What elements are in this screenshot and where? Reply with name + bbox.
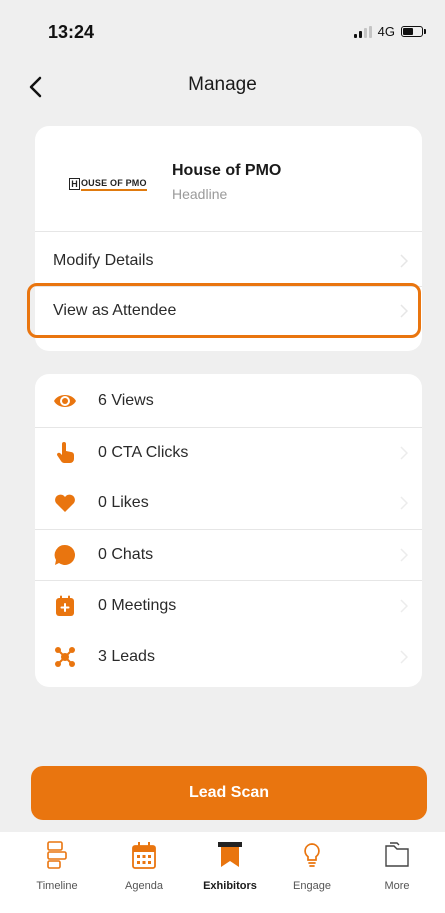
stat-row-meetings[interactable]: 0 Meetings [35, 580, 422, 632]
stat-label: 0 CTA Clicks [98, 444, 189, 461]
tab-exhibitors[interactable]: Exhibitors [190, 838, 270, 894]
calendar-icon [132, 842, 156, 869]
pointer-hand-icon [56, 442, 74, 463]
stat-row-likes[interactable]: 0 Likes [35, 478, 422, 529]
chevron-right-icon [400, 254, 408, 268]
stat-label: 6 Views [98, 392, 154, 409]
tab-agenda[interactable]: Agenda [104, 838, 184, 894]
network-icon [55, 647, 75, 667]
tab-label: Agenda [125, 880, 163, 892]
tab-bar: Timeline Agenda Exhibitors Engage More [0, 832, 445, 913]
chevron-right-icon [400, 496, 408, 510]
exhibitor-headline: Headline [172, 186, 228, 202]
modify-details-row[interactable]: Modify Details [35, 236, 422, 287]
modify-details-label: Modify Details [53, 252, 154, 269]
tab-label: Exhibitors [203, 880, 257, 892]
calendar-add-icon [56, 595, 74, 616]
exhibitor-logo: H OUSE OF PMO [69, 177, 147, 191]
chevron-right-icon [400, 650, 408, 664]
status-bar: 13:24 4G [0, 0, 445, 60]
tab-label: More [384, 880, 410, 892]
timeline-icon [47, 841, 67, 869]
exhibitor-header: H OUSE OF PMO House of PMO Headline [35, 126, 422, 232]
banner-icon [218, 842, 242, 867]
lightbulb-icon [304, 843, 320, 867]
stat-label: 3 Leads [98, 648, 155, 665]
chat-bubble-icon [54, 544, 75, 565]
stat-row-chats[interactable]: 0 Chats [35, 529, 422, 581]
folder-icon [385, 842, 409, 867]
eye-icon [54, 395, 76, 407]
tab-timeline[interactable]: Timeline [17, 838, 97, 894]
tab-label: Timeline [36, 880, 78, 892]
network-label: 4G [377, 24, 395, 39]
tab-label: Engage [293, 880, 331, 892]
lead-scan-button[interactable]: Lead Scan [31, 766, 427, 820]
status-time: 13:24 [48, 22, 95, 42]
stat-label: 0 Chats [98, 546, 154, 563]
status-indicators: 4G [353, 24, 426, 39]
signal-icon [353, 25, 372, 38]
stats-card: 6 Views 0 CTA Clicks 0 Likes 0 Chats 0 M… [35, 374, 422, 687]
stat-row-cta-clicks[interactable]: 0 CTA Clicks [35, 427, 422, 479]
exhibitor-name: House of PMO [172, 162, 282, 179]
tab-more[interactable]: More [357, 838, 437, 894]
nav-bar: Manage [0, 66, 445, 106]
heart-icon [55, 494, 75, 512]
page-title: Manage [188, 74, 257, 95]
chevron-right-icon [400, 446, 408, 460]
highlight-outline [27, 283, 421, 338]
tab-engage[interactable]: Engage [272, 838, 352, 894]
chevron-right-icon [400, 599, 408, 613]
stat-row-views[interactable]: 6 Views [35, 376, 422, 427]
stat-label: 0 Meetings [98, 597, 177, 614]
stat-row-leads[interactable]: 3 Leads [35, 632, 422, 683]
chevron-right-icon [400, 548, 408, 562]
stat-label: 0 Likes [98, 494, 149, 511]
battery-icon [401, 26, 426, 37]
